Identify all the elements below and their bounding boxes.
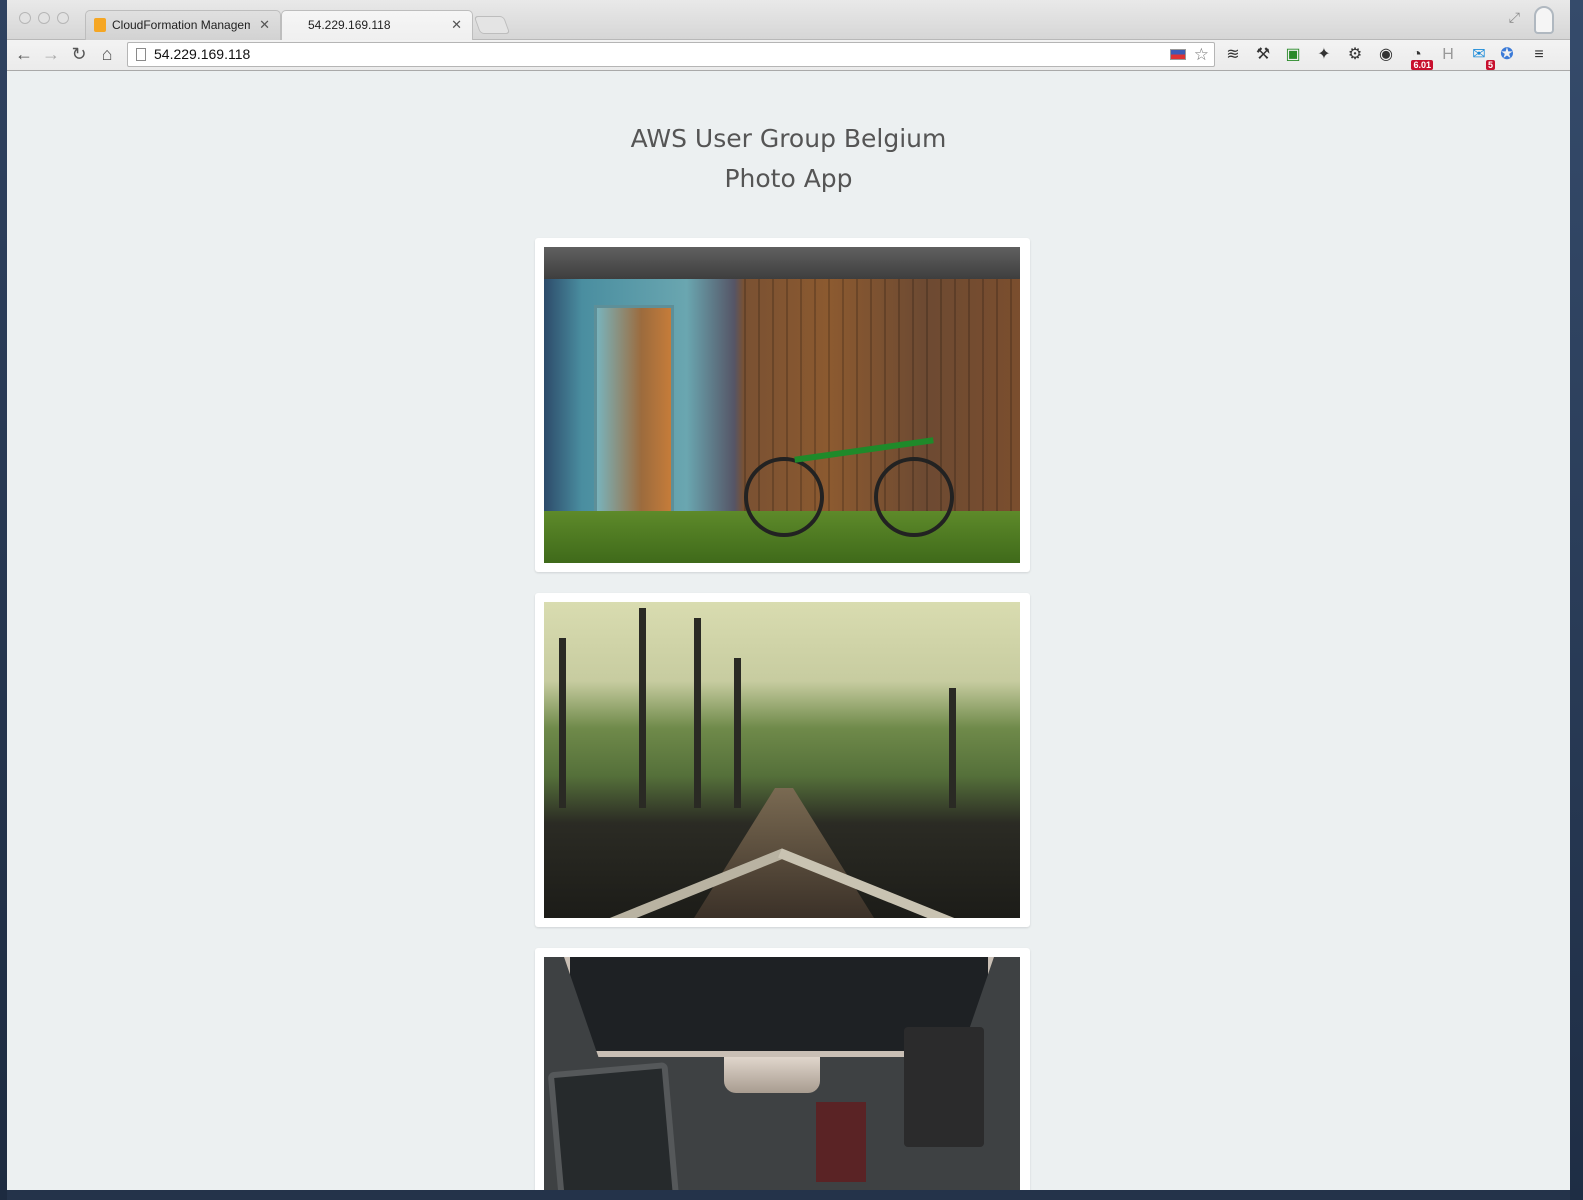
- fullscreen-icon[interactable]: ⤢: [1509, 9, 1520, 26]
- photo-detail: [816, 1102, 866, 1182]
- mail-badge: 5: [1485, 60, 1495, 70]
- menu-icon[interactable]: ≡: [1529, 45, 1549, 65]
- photo-detail: [547, 1062, 681, 1190]
- home-icon[interactable]: ⌂: [96, 43, 118, 65]
- desktop-background-left: [0, 0, 7, 1200]
- photo-card: [535, 948, 1030, 1190]
- page-content: AWS User Group Belgium Photo App: [7, 72, 1570, 1190]
- color-wheel-icon[interactable]: ◉: [1376, 45, 1396, 65]
- close-icon[interactable]: ✕: [451, 11, 462, 39]
- zoom-window-button[interactable]: [57, 12, 69, 24]
- extension-icon[interactable]: ✪: [1497, 45, 1517, 65]
- photo-detail: [949, 688, 956, 808]
- close-window-button[interactable]: [19, 12, 31, 24]
- tab-cloudformation[interactable]: CloudFormation Managem ✕: [85, 10, 281, 40]
- new-tab-button[interactable]: [473, 16, 511, 34]
- evernote-icon[interactable]: ▣: [1283, 45, 1303, 65]
- translate-flag-icon[interactable]: [1170, 49, 1186, 60]
- photo-desk[interactable]: [544, 957, 1020, 1190]
- bookmark-star-icon[interactable]: ☆: [1194, 44, 1209, 66]
- photo-detail: [639, 608, 646, 808]
- address-bar[interactable]: 54.229.169.118 ☆: [127, 42, 1215, 67]
- reload-icon[interactable]: ↻: [68, 43, 90, 65]
- page-title-line1: AWS User Group Belgium: [630, 124, 947, 153]
- wrench-icon[interactable]: ⚒: [1253, 45, 1273, 65]
- buffer-icon[interactable]: ≋: [1223, 45, 1243, 65]
- back-arrow-icon[interactable]: ←: [13, 43, 35, 65]
- h-icon[interactable]: H: [1438, 45, 1458, 65]
- url-text[interactable]: 54.229.169.118: [154, 43, 250, 66]
- tab-strip: CloudFormation Managem ✕ 54.229.169.118 …: [7, 0, 1570, 40]
- close-icon[interactable]: ✕: [259, 11, 270, 39]
- forward-arrow-icon[interactable]: →: [40, 43, 62, 65]
- page-title: AWS User Group Belgium Photo App: [7, 119, 1570, 199]
- aws-cube-icon: [94, 18, 106, 32]
- browser-window: CloudFormation Managem ✕ 54.229.169.118 …: [7, 0, 1570, 1190]
- tab-label: CloudFormation Managem: [112, 18, 250, 32]
- speedometer-icon[interactable]: ◔ 6.01: [1407, 45, 1433, 70]
- photo-detail: [594, 305, 674, 525]
- photo-card: [535, 593, 1030, 927]
- photo-detail: [904, 1027, 984, 1147]
- speedometer-badge: 6.01: [1411, 60, 1433, 70]
- photo-detail: [744, 457, 824, 537]
- tab-label: 54.229.169.118: [308, 18, 391, 32]
- photo-shed-bicycle[interactable]: [544, 247, 1020, 563]
- browser-toolbar: ← → ↻ ⌂ 54.229.169.118 ☆ ≋ ⚒ ▣ ✦ ⚙ ◉ ◔ 6…: [7, 40, 1570, 71]
- photo-detail: [874, 457, 954, 537]
- photo-detail: [559, 638, 566, 808]
- gear-icon[interactable]: ⚙: [1345, 45, 1365, 65]
- minimize-window-button[interactable]: [38, 12, 50, 24]
- photo-detail: [724, 1057, 820, 1093]
- photo-detail: [694, 618, 701, 808]
- puzzle-icon[interactable]: ✦: [1314, 45, 1334, 65]
- desktop-background-right: [1570, 0, 1583, 1200]
- photo-railroad[interactable]: [544, 602, 1020, 918]
- page-title-line2: Photo App: [724, 164, 853, 193]
- photo-card: [535, 238, 1030, 572]
- page-icon: [136, 48, 146, 61]
- mail-check-icon[interactable]: ✉ 5: [1469, 45, 1495, 70]
- profile-avatar-icon[interactable]: [1534, 6, 1554, 34]
- tab-photo-app[interactable]: 54.229.169.118 ✕: [281, 10, 473, 40]
- photo-detail: [734, 658, 741, 808]
- photo-detail: [544, 247, 1020, 279]
